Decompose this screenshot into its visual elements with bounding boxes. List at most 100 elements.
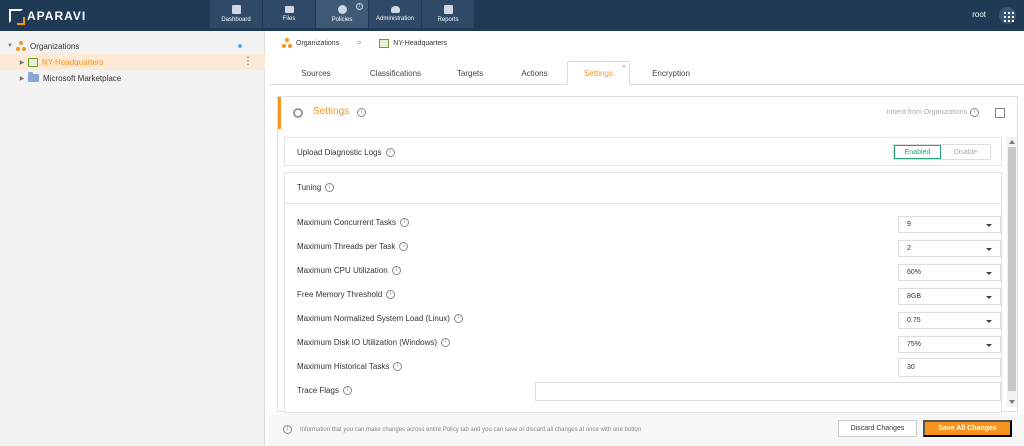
tab-classifications[interactable]: Classifications (357, 61, 434, 85)
tree-item-microsoft-marketplace[interactable]: ▶ Microsoft Marketplace (0, 70, 265, 86)
breadcrumb-separator-icon: > (357, 39, 362, 47)
tree-item-ny-headquarters[interactable]: ▶ NY-Headquarters ⋮ (0, 54, 265, 70)
nav-dashboard-label: Dashboard (221, 17, 251, 23)
folder-icon (28, 72, 39, 82)
info-icon[interactable]: i (386, 290, 396, 299)
free-memory-select[interactable]: 8GB (898, 288, 1001, 305)
info-icon[interactable]: i (342, 386, 352, 395)
nav-reports[interactable]: Reports (422, 0, 474, 28)
policies-info-icon[interactable]: i (356, 3, 363, 10)
upload-logs-label-text: Upload Diagnostic Logs (297, 148, 382, 157)
scroll-down-icon[interactable] (1009, 400, 1015, 404)
user-name[interactable]: root (972, 10, 986, 19)
modified-indicator-icon: ✕ (621, 64, 626, 70)
nav-policies[interactable]: Policies i (316, 0, 368, 28)
scroll-thumb[interactable] (1008, 147, 1016, 391)
logo-text: APARAVI (27, 8, 87, 23)
tab-settings-label: Settings (584, 68, 613, 78)
content-scrollbar[interactable] (1007, 137, 1017, 407)
logo-mark-icon (9, 8, 25, 25)
tree-label-microsoft-marketplace: Microsoft Marketplace (43, 73, 122, 83)
historical-tasks-input[interactable]: 30 (898, 358, 1001, 377)
info-icon: i (283, 425, 292, 434)
field-label-free-memory: Free Memory Threshold i (297, 290, 396, 299)
tab-actions[interactable]: Actions (511, 61, 558, 85)
inherit-label: Inherit from Organizations i (886, 108, 979, 117)
chevron-right-icon[interactable]: ▶ (18, 75, 26, 82)
more-options-icon[interactable]: ⋮ (243, 57, 253, 67)
policy-tabs: Sources Classifications Targets Actions … (268, 61, 1024, 85)
scroll-up-icon[interactable] (1009, 140, 1015, 144)
disable-button[interactable]: Disable (941, 145, 990, 159)
inherit-checkbox[interactable] (995, 108, 1005, 118)
apps-grid-icon[interactable] (999, 7, 1016, 24)
concurrent-tasks-select[interactable]: 9 (898, 216, 1001, 233)
field-label-concurrent-tasks: Maximum Concurrent Tasks i (297, 218, 409, 227)
site-icon (379, 38, 390, 48)
info-icon[interactable]: i (970, 108, 979, 117)
select-value: 75% (907, 341, 922, 348)
chevron-down-icon[interactable]: ▼ (6, 43, 14, 49)
nav-administration[interactable]: Administration (369, 0, 421, 28)
field-label-text: Trace Flags (297, 386, 339, 395)
save-all-changes-button[interactable]: Save All Changes (923, 420, 1012, 437)
system-load-select[interactable]: 0.75 (898, 312, 1001, 329)
organization-icon (282, 38, 292, 48)
breadcrumb-ny-headquarters[interactable]: NY-Headquarters (393, 40, 447, 47)
disk-io-select[interactable]: 75% (898, 336, 1001, 353)
info-icon[interactable]: i (385, 148, 395, 157)
enabled-button[interactable]: Enabled (894, 145, 941, 159)
info-icon[interactable]: i (441, 338, 451, 347)
info-icon[interactable]: i (357, 108, 366, 117)
tab-encryption[interactable]: Encryption (641, 61, 701, 85)
tab-targets[interactable]: Targets (444, 61, 496, 85)
info-icon[interactable]: i (399, 242, 409, 251)
trace-flags-input[interactable] (535, 382, 1001, 401)
gear-icon (293, 108, 303, 118)
upload-logs-label: Upload Diagnostic Logs i (297, 148, 395, 157)
discard-changes-button[interactable]: Discard Changes (838, 420, 917, 437)
tuning-label-text: Tuning (297, 183, 322, 192)
tree-item-organizations[interactable]: ▼ Organizations (0, 38, 265, 54)
main-nav: Dashboard Files Policies i Administratio… (210, 0, 474, 30)
sidebar-tree: ▼ Organizations ▶ NY-Headquarters ⋮ ▶ Mi… (0, 31, 265, 446)
field-label-cpu-utilization: Maximum CPU Utilization i (297, 266, 401, 275)
upload-logs-row: Upload Diagnostic Logs i Enabled Disable (284, 137, 1002, 166)
info-icon[interactable]: i (400, 218, 409, 227)
info-icon[interactable]: i (325, 183, 335, 192)
tab-settings[interactable]: Settings ✕ (567, 61, 630, 85)
settings-header: Settings i Inherit from Organizations i (278, 97, 1017, 129)
info-icon[interactable]: i (393, 362, 403, 371)
folder-icon (284, 6, 294, 13)
breadcrumb-organizations[interactable]: Organizations (296, 40, 339, 47)
chevron-down-icon (986, 344, 992, 347)
chevron-down-icon (986, 320, 992, 323)
footer-note: i Information that you can make changes … (283, 425, 641, 434)
tab-sources[interactable]: Sources (286, 61, 346, 85)
field-label-text: Maximum CPU Utilization (297, 266, 388, 275)
nav-files[interactable]: Files (263, 0, 315, 28)
top-bar: APARAVI Dashboard Files Policies i Admin… (0, 0, 1024, 31)
select-value: 2 (907, 245, 911, 252)
field-label-text: Maximum Disk IO Utilization (Windows) (297, 338, 438, 347)
chevron-down-icon (986, 296, 992, 299)
chevron-right-icon[interactable]: ▶ (18, 59, 26, 66)
footer-bar: i Information that you can make changes … (268, 414, 1024, 446)
chevron-down-icon (986, 272, 992, 275)
upload-logs-toggle: Enabled Disable (893, 144, 991, 160)
inherit-label-text: Inherit from Organizations (886, 109, 967, 116)
select-value: 9 (907, 221, 911, 228)
nav-administration-label: Administration (375, 16, 414, 22)
aparavi-logo[interactable]: APARAVI (9, 8, 87, 25)
field-label-text: Free Memory Threshold (297, 290, 383, 299)
threads-per-task-select[interactable]: 2 (898, 240, 1001, 257)
status-dot (238, 44, 242, 48)
nav-dashboard[interactable]: Dashboard (210, 0, 262, 28)
tree-label-ny-headquarters: NY-Headquarters (42, 57, 104, 67)
info-icon[interactable]: i (453, 314, 463, 323)
cpu-utilization-select[interactable]: 60% (898, 264, 1001, 281)
info-icon[interactable]: i (391, 266, 401, 275)
field-label-text: Maximum Concurrent Tasks (297, 218, 396, 227)
tuning-header: Tuning i (284, 172, 1002, 204)
footer-note-text: Information that you can make changes ac… (300, 426, 642, 433)
